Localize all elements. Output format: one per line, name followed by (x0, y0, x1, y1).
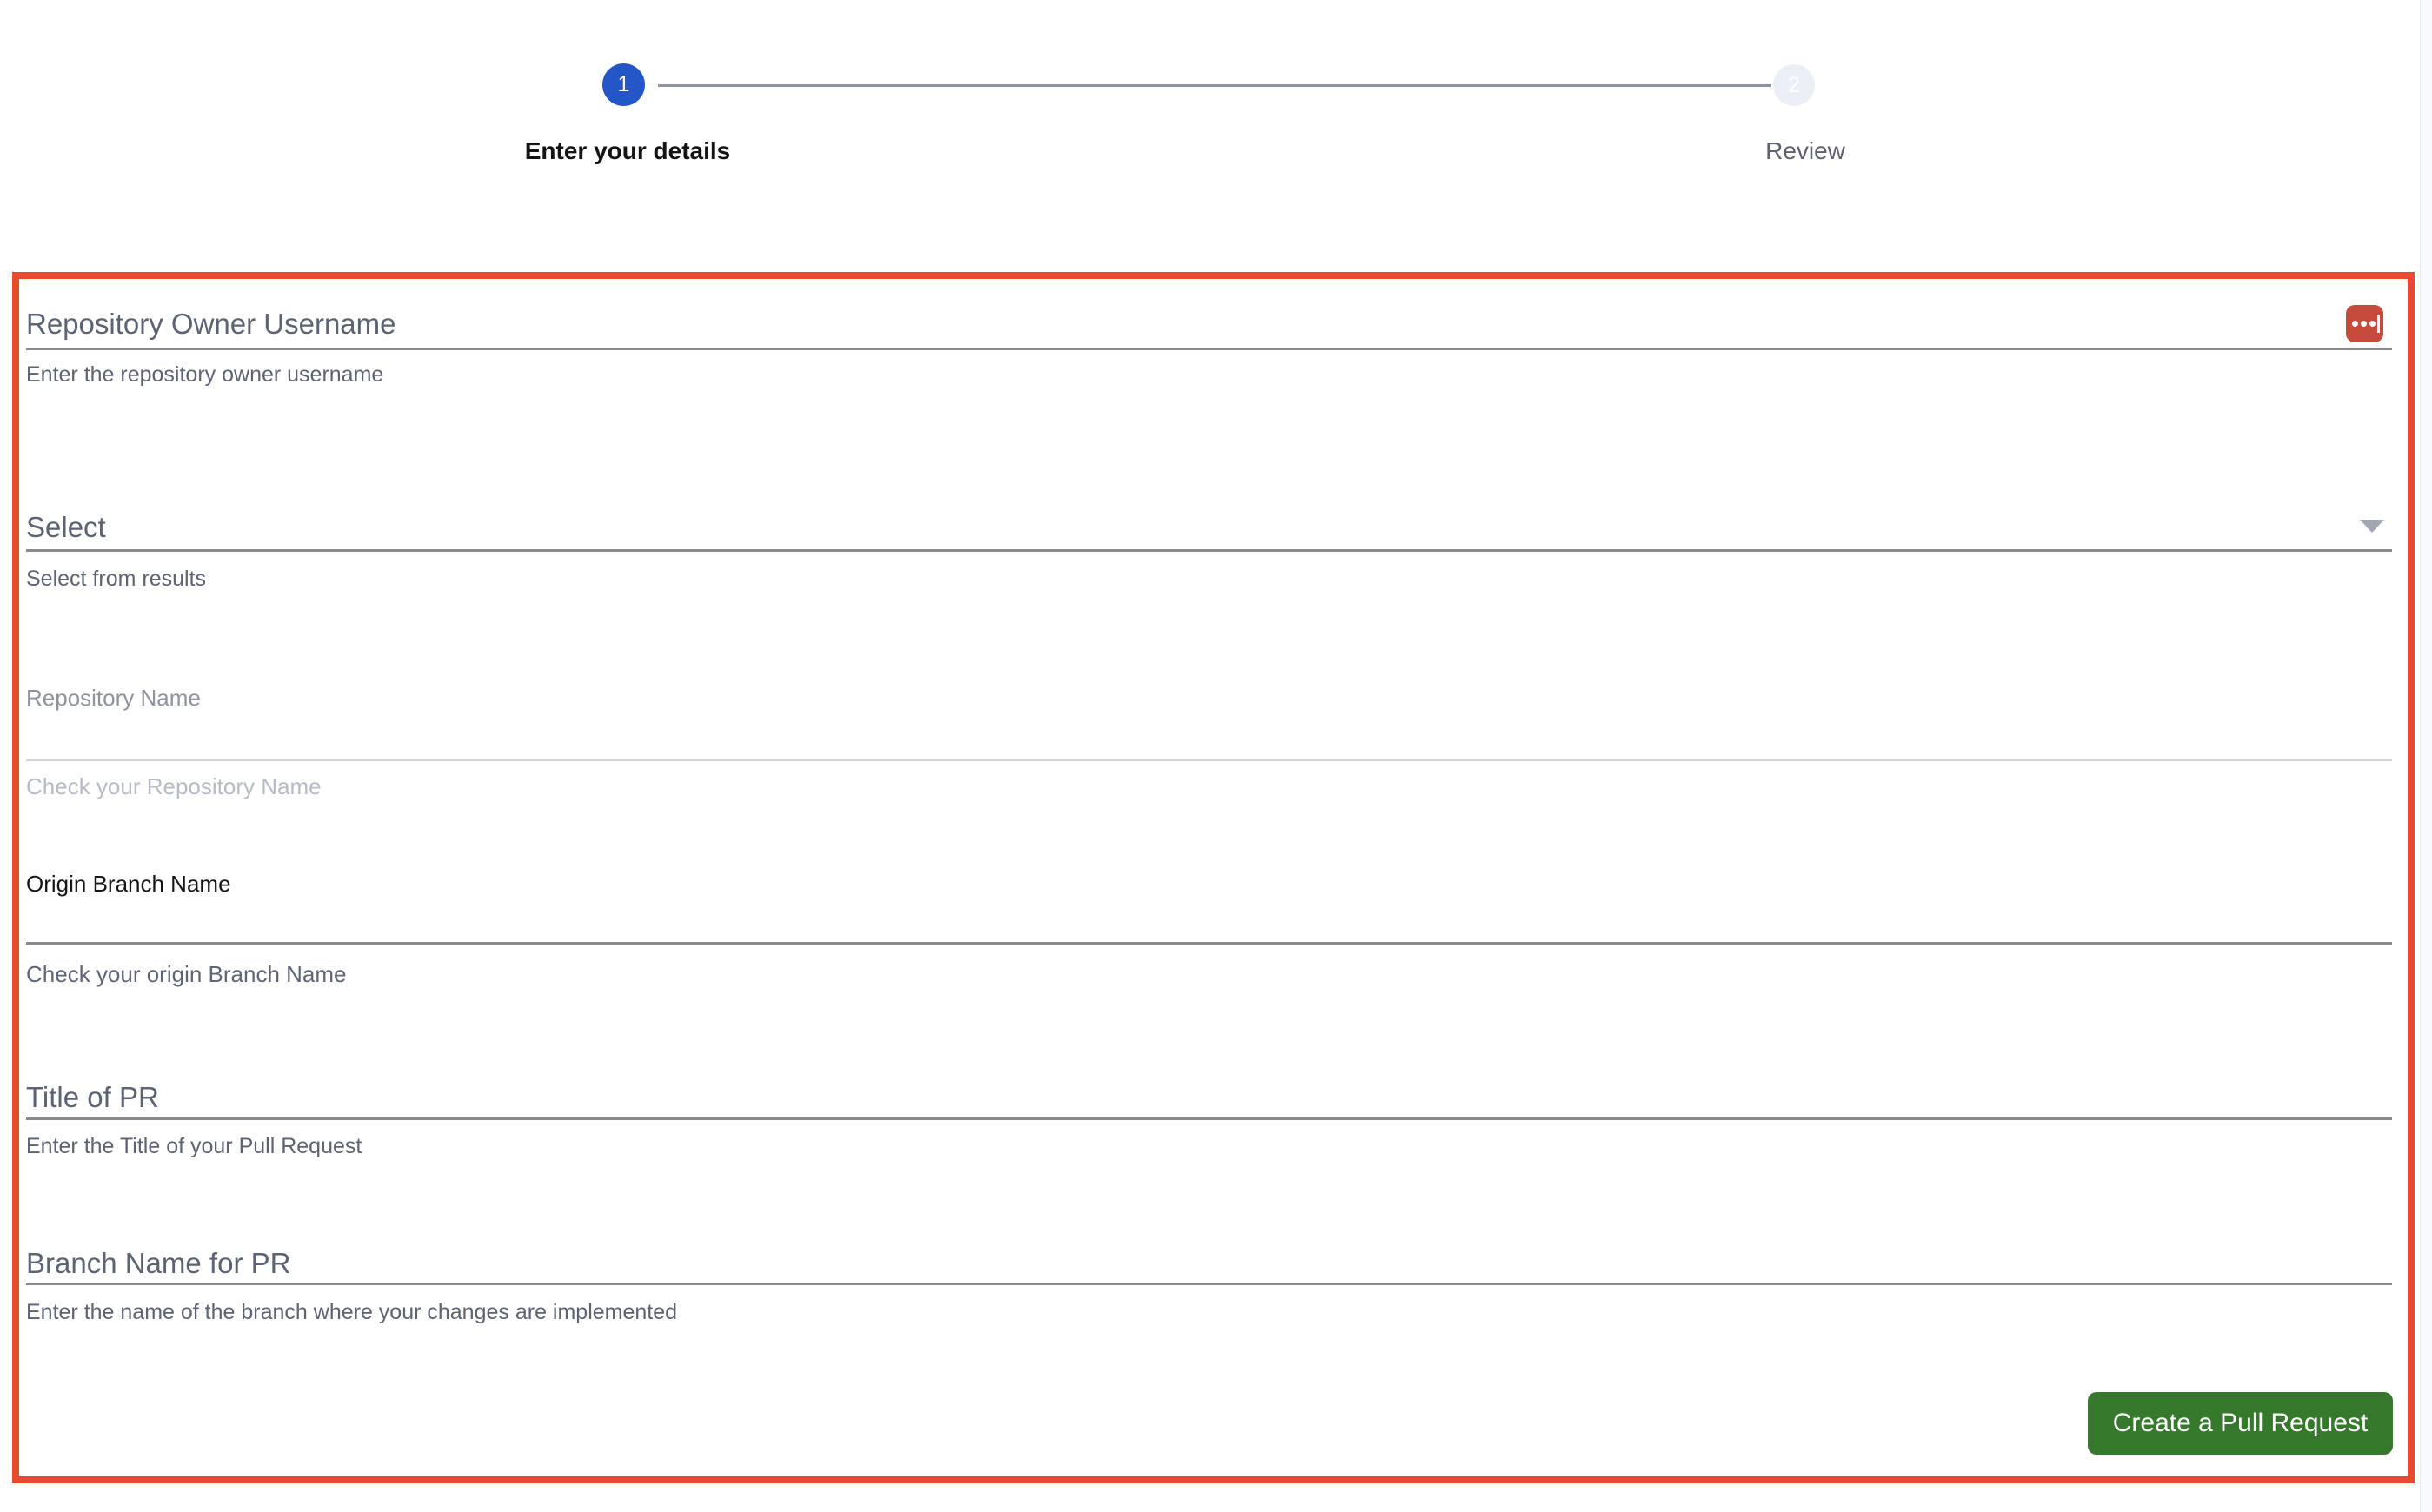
pr-branch-name-helper: Enter the name of the branch where your … (26, 1300, 678, 1324)
step-1-label: Enter your details (524, 137, 731, 164)
repository-name-underline (26, 759, 2392, 761)
highlighted-form-panel: Repository Owner Username Enter the repo… (12, 272, 2415, 1483)
origin-branch-name-underline (26, 942, 2392, 945)
autofill-bar (2377, 315, 2380, 333)
repository-name-helper: Check your Repository Name (26, 773, 322, 799)
password-autofill-icon[interactable] (2346, 305, 2383, 342)
create-pull-request-button[interactable]: Create a Pull Request (2088, 1392, 2393, 1455)
pr-title-input[interactable] (26, 1075, 2392, 1121)
select-label: Select (26, 511, 106, 543)
pr-title-underline (26, 1117, 2392, 1120)
step-2-label: Review (1765, 137, 1845, 164)
step-2-indicator[interactable]: 2 (1773, 64, 1815, 106)
pr-branch-name-label: Branch Name for PR (26, 1247, 291, 1279)
select-dropdown[interactable] (26, 503, 2392, 554)
caret-down-icon[interactable] (2360, 520, 2384, 533)
step-1-indicator[interactable]: 1 (602, 63, 645, 106)
scrollbar-track[interactable] (2420, 0, 2432, 1512)
pr-title-label: Title of PR (26, 1081, 159, 1113)
step-2-number: 2 (1788, 72, 1800, 97)
pr-title-helper: Enter the Title of your Pull Request (26, 1134, 362, 1158)
repository-owner-username-helper: Enter the repository owner username (26, 362, 384, 387)
select-helper: Select from results (26, 567, 207, 591)
step-connector-line (658, 84, 1771, 87)
repository-owner-username-underline (26, 348, 2392, 350)
origin-branch-name-helper: Check your origin Branch Name (26, 961, 347, 987)
step-1-number: 1 (617, 72, 630, 96)
page: 1 2 Enter your details Review Repository… (0, 0, 2432, 1512)
autofill-dot (2352, 321, 2358, 327)
repository-owner-username-label: Repository Owner Username (26, 308, 396, 340)
pr-branch-name-input[interactable] (26, 1241, 2392, 1286)
repository-name-label: Repository Name (26, 685, 201, 711)
autofill-dot (2361, 321, 2367, 327)
origin-branch-name-label: Origin Branch Name (26, 871, 231, 897)
repository-name-input[interactable] (26, 679, 2392, 763)
origin-branch-name-input[interactable] (26, 865, 2392, 945)
autofill-dot (2369, 321, 2376, 327)
select-underline (26, 549, 2392, 552)
pr-branch-name-underline (26, 1283, 2392, 1285)
